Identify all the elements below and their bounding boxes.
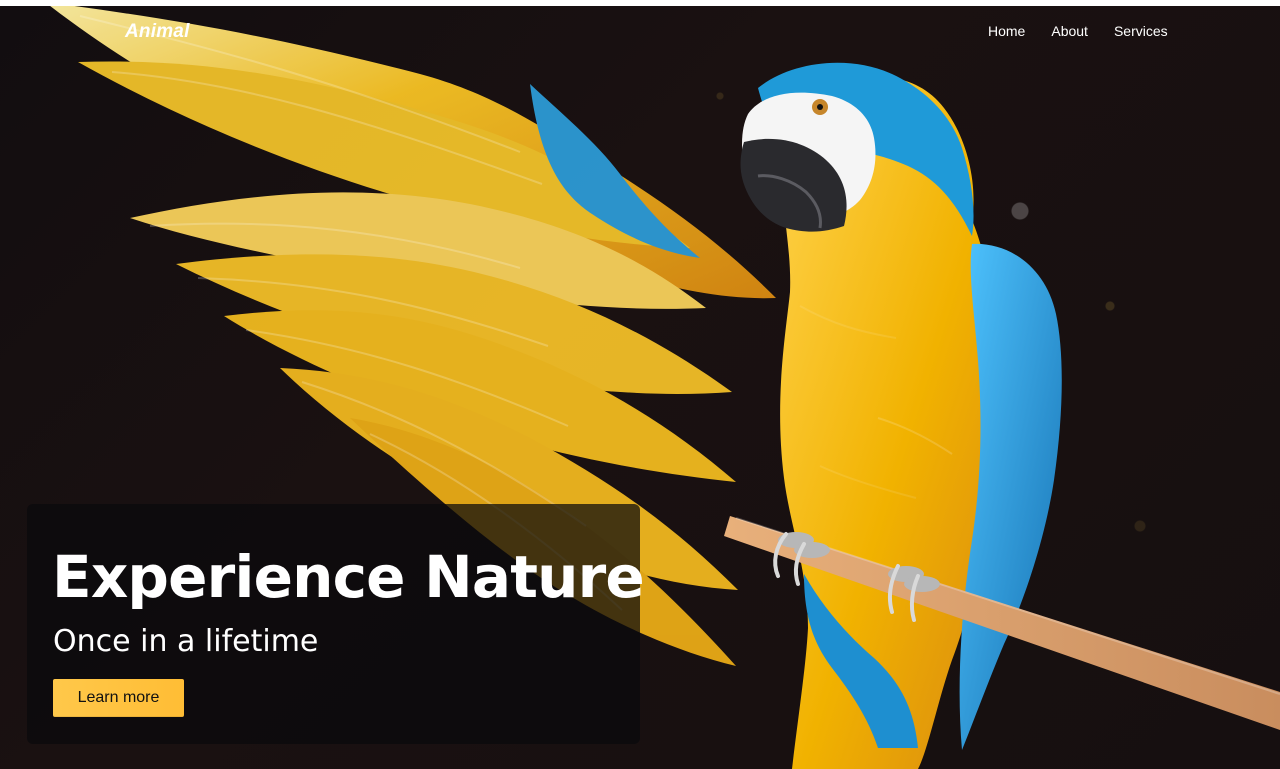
hero-cta-panel: Experience Nature Once in a lifetime Lea… [27,504,645,744]
nav-link-services[interactable]: Services [1114,23,1168,39]
landing-page: Animal Home About Services Experience Na… [0,0,1280,769]
top-navigation: Animal Home About Services [0,6,1280,56]
nav-link-about[interactable]: About [1051,23,1088,39]
nav-link-home[interactable]: Home [988,23,1025,39]
learn-more-button[interactable]: Learn more [53,679,184,717]
hero-headline: Experience Nature [52,543,645,611]
site-logo[interactable]: Animal [125,21,190,43]
hero-subheadline: Once in a lifetime [53,624,319,659]
nav-menu: Home About Services [988,23,1168,39]
